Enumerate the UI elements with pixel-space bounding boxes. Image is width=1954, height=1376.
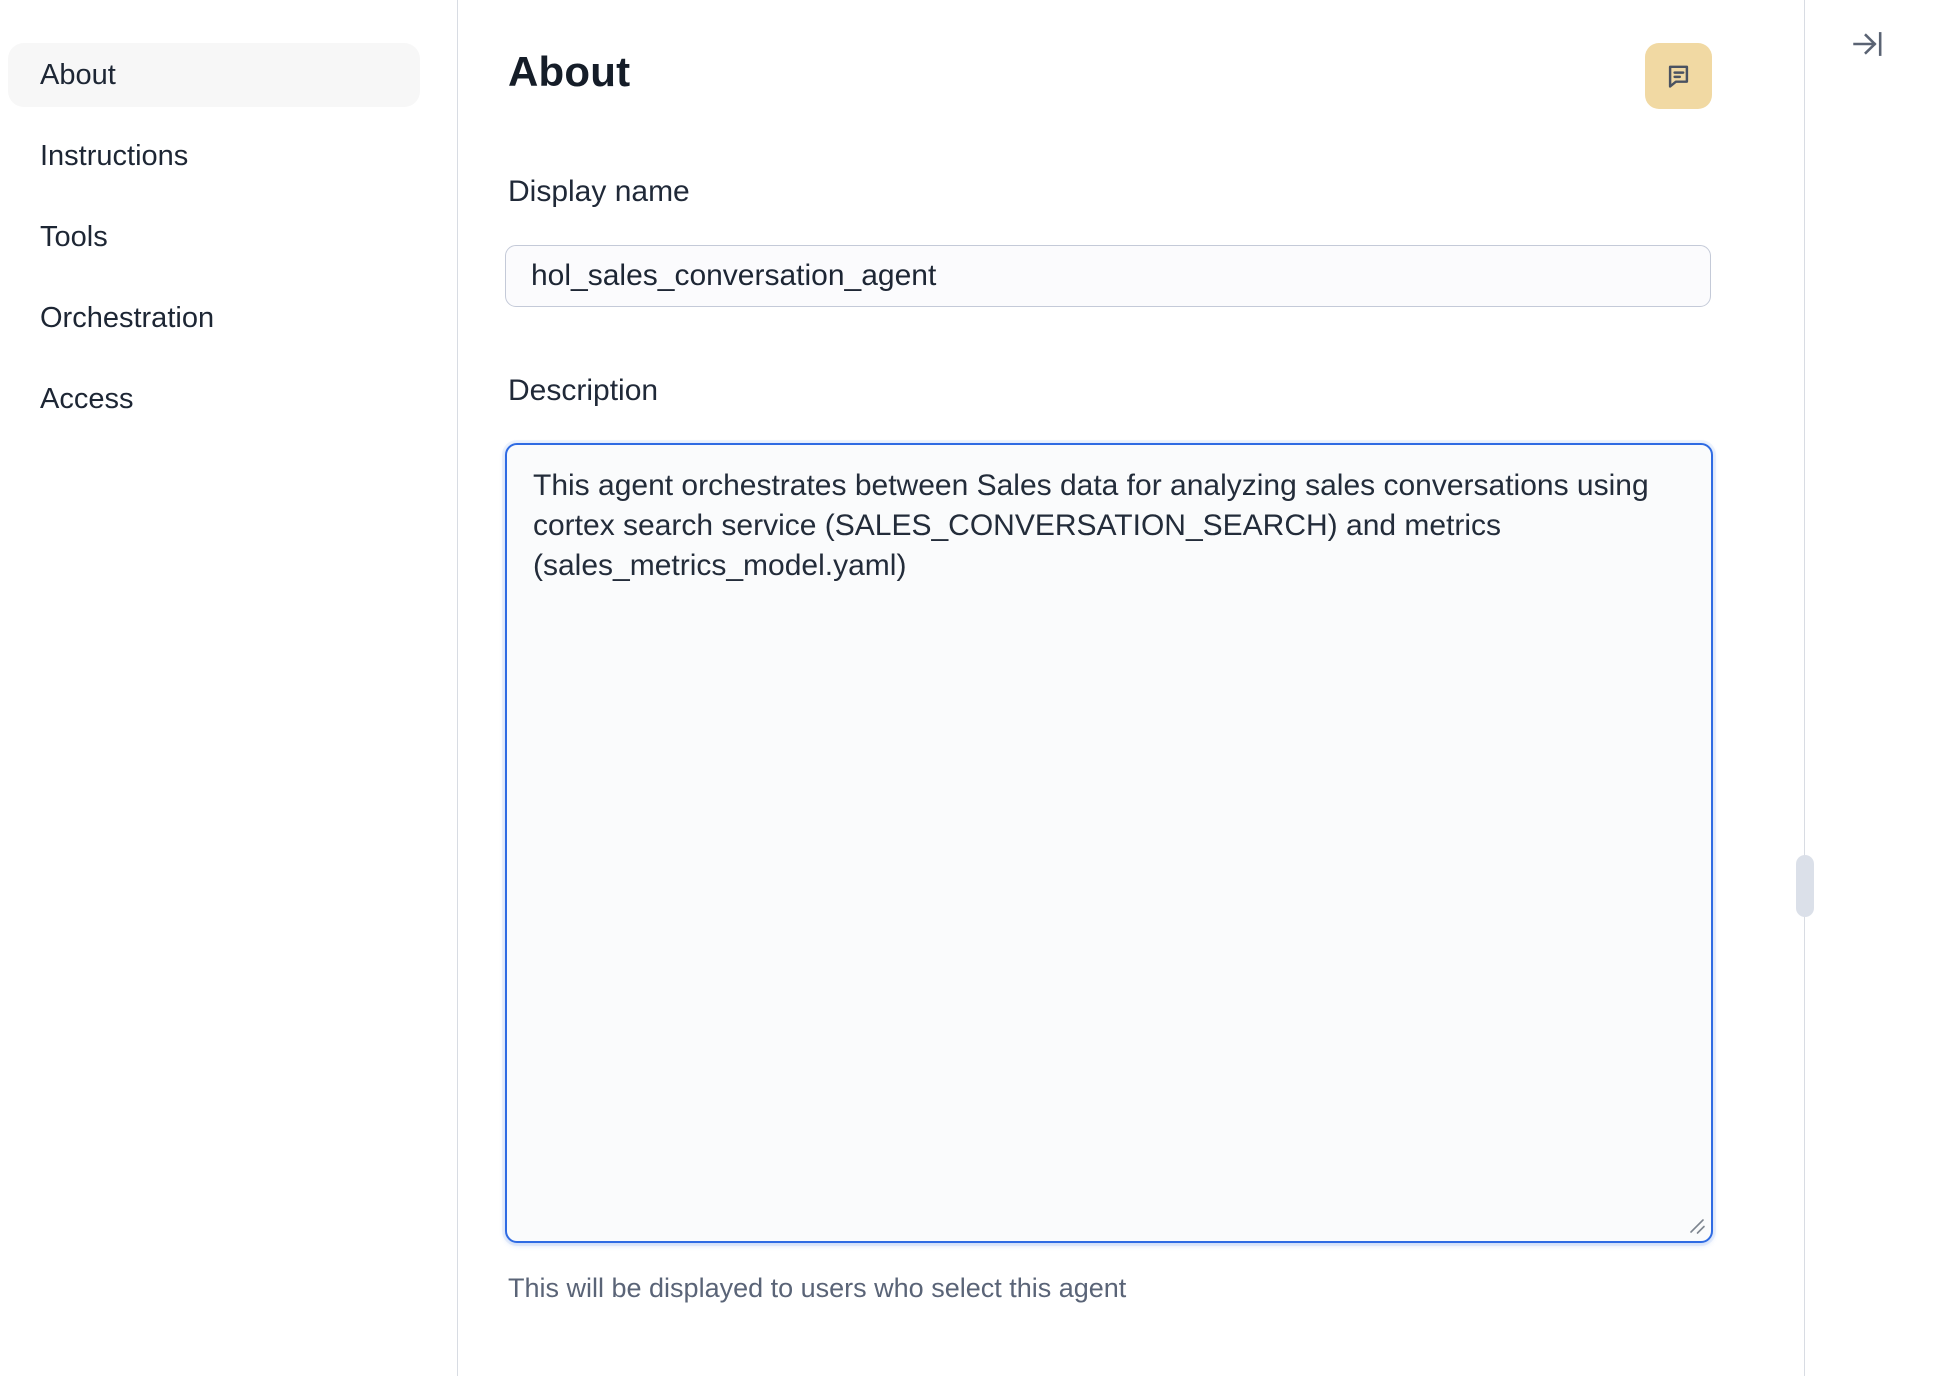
page-title: About <box>508 44 630 100</box>
display-name-input[interactable] <box>505 245 1711 307</box>
right-panel <box>1806 0 1954 1376</box>
description-label: Description <box>508 372 658 410</box>
sidebar-item-tools[interactable]: Tools <box>8 205 420 269</box>
description-textarea[interactable]: This agent orchestrates between Sales da… <box>505 443 1713 1243</box>
sidebar-nav: About Instructions Tools Orchestration A… <box>8 43 420 431</box>
panel-resize-handle[interactable] <box>1796 855 1814 917</box>
sidebar-item-access[interactable]: Access <box>8 367 420 431</box>
description-helper-text: This will be displayed to users who sele… <box>508 1271 1126 1305</box>
description-field: This agent orchestrates between Sales da… <box>505 443 1713 1243</box>
agent-editor-screen: About Instructions Tools Orchestration A… <box>0 0 1954 1376</box>
collapse-panel-button[interactable] <box>1840 16 1896 72</box>
display-name-label: Display name <box>508 173 690 211</box>
collapse-right-icon <box>1851 27 1885 61</box>
sidebar-item-orchestration[interactable]: Orchestration <box>8 286 420 350</box>
sidebar: About Instructions Tools Orchestration A… <box>0 0 458 1376</box>
sidebar-item-about[interactable]: About <box>8 43 420 107</box>
comment-button[interactable] <box>1645 43 1712 109</box>
comment-icon <box>1663 61 1694 92</box>
about-panel: About Display name Description This agen… <box>458 0 1805 1376</box>
sidebar-item-instructions[interactable]: Instructions <box>8 124 420 188</box>
